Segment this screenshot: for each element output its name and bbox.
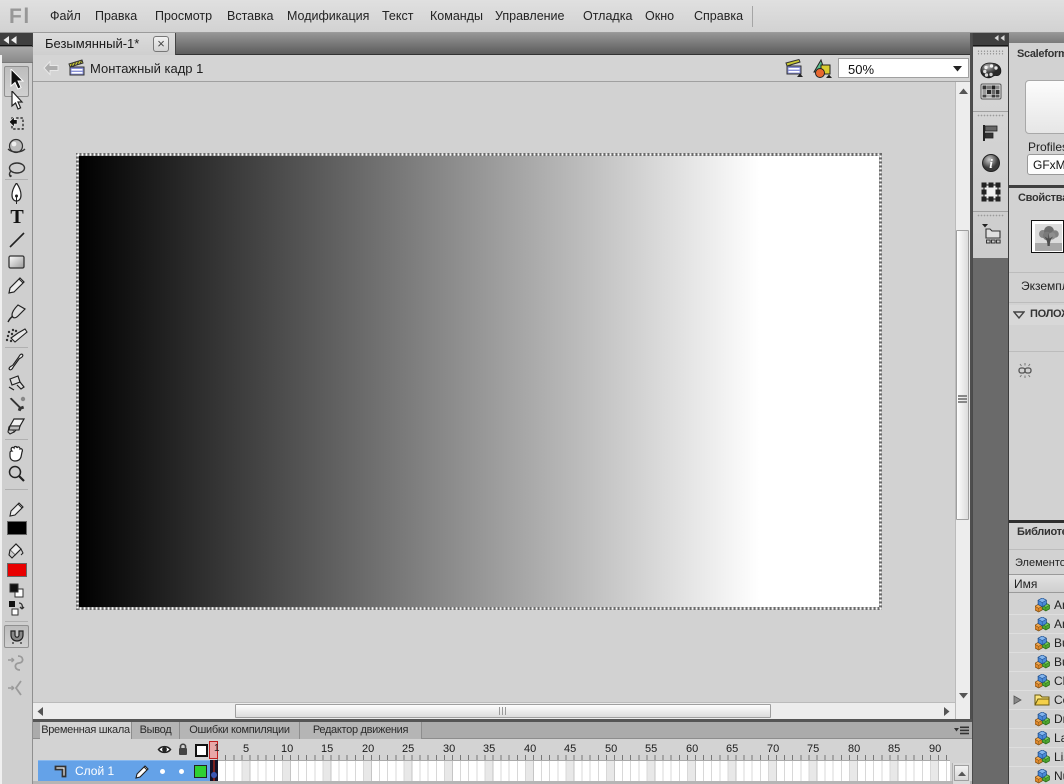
svg-text:T: T: [10, 207, 24, 226]
svg-text:i: i: [989, 156, 993, 171]
